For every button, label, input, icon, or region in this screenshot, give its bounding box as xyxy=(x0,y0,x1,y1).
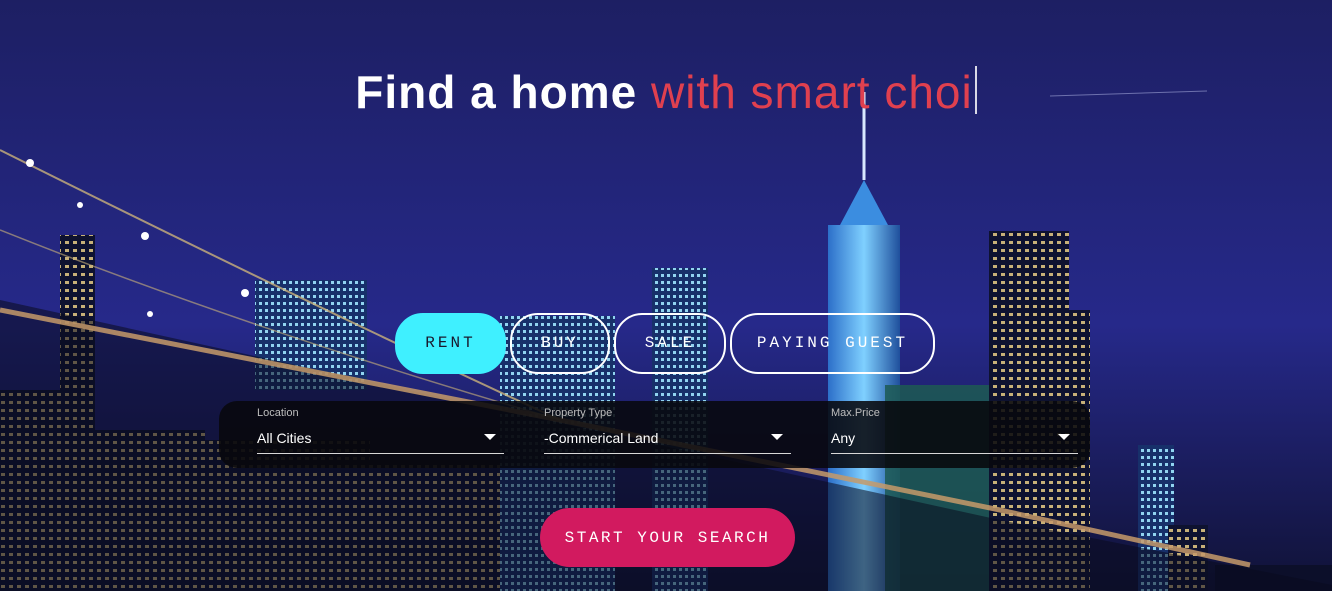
search-filter-panel: Location All Cities Property Type -Comme… xyxy=(219,401,1090,468)
tab-paying-guest[interactable]: PAYING GUEST xyxy=(730,313,935,374)
property-type-value: -Commerical Land xyxy=(544,430,659,446)
typing-cursor xyxy=(974,66,977,114)
tab-rent[interactable]: RENT xyxy=(395,313,506,374)
headline-typed-text: with smart choi xyxy=(650,66,973,118)
property-type-label: Property Type xyxy=(544,407,613,419)
hero-headline: Find a home with smart choi xyxy=(0,64,1332,120)
max-price-value: Any xyxy=(831,430,856,446)
chevron-down-icon[interactable] xyxy=(771,434,783,440)
max-price-select[interactable]: Max.Price Any xyxy=(831,407,1078,454)
property-type-select[interactable]: Property Type -Commerical Land xyxy=(544,407,791,454)
tab-buy[interactable]: BUY xyxy=(510,313,610,374)
chevron-down-icon[interactable] xyxy=(484,434,496,440)
tab-sale[interactable]: SALE xyxy=(614,313,726,374)
location-value: All Cities xyxy=(257,430,312,446)
location-label: Location xyxy=(257,407,299,419)
start-search-button[interactable]: START YOUR SEARCH xyxy=(540,508,795,567)
chevron-down-icon[interactable] xyxy=(1058,434,1070,440)
headline-strong-text: Find a home xyxy=(355,66,638,118)
max-price-label: Max.Price xyxy=(831,407,880,419)
location-select[interactable]: Location All Cities xyxy=(257,407,504,454)
